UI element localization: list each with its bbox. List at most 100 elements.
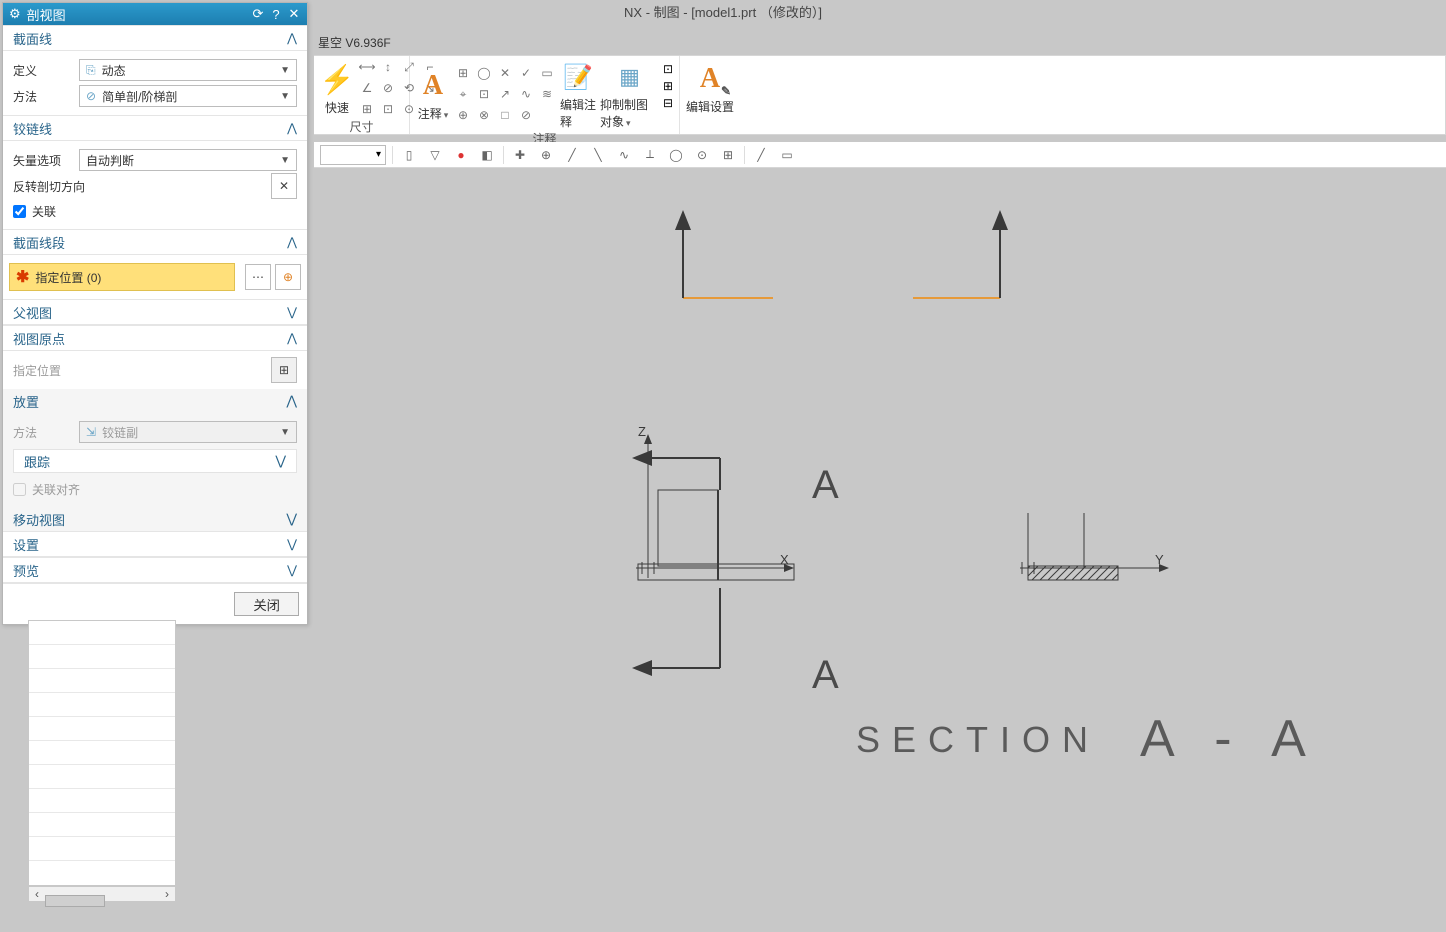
placement-header[interactable]: 放置⋀ — [3, 389, 307, 413]
section-label-a: A — [812, 653, 839, 697]
snap-icon[interactable]: ⟂ — [640, 145, 660, 165]
reverse-direction-button[interactable]: ✕ — [271, 173, 297, 199]
definition-select[interactable]: ⎘ 动态▼ — [79, 59, 297, 81]
assoc-align-checkbox: 关联对齐 — [13, 477, 297, 501]
snap-icon[interactable]: ╱ — [562, 145, 582, 165]
required-icon: ✱ — [16, 267, 29, 287]
dim-icon[interactable]: ⊘ — [379, 79, 397, 97]
assoc-align-input — [13, 483, 26, 496]
part-navigator-fragment[interactable] — [28, 620, 176, 886]
section-segments-header[interactable]: 截面线段⋀ — [3, 229, 307, 255]
annot-small-icon[interactable]: ⊡ — [663, 62, 673, 76]
specify-location-button: ⊞ — [271, 357, 297, 383]
hinge-line-header[interactable]: 铰链线⋀ — [3, 115, 307, 141]
annot-icon[interactable]: ⊡ — [475, 85, 493, 103]
vector-option-select[interactable]: 自动判断▼ — [79, 149, 297, 171]
section-aa-text: A - A — [1140, 710, 1320, 768]
parent-view-header[interactable]: 父视图⋁ — [3, 299, 307, 325]
dim-icon[interactable]: ⊞ — [358, 100, 376, 118]
axis-x-label: X — [780, 552, 789, 567]
group-label-dim: 尺寸 — [320, 118, 403, 134]
settings-header[interactable]: 设置⋁ — [3, 531, 307, 557]
point-dialog-button[interactable]: ⋯ — [245, 264, 271, 290]
dialog-titlebar[interactable]: ⚙ 剖视图 ⟳ ? ✕ — [3, 3, 307, 25]
edit-settings-button[interactable]: A✎ 编辑设置 — [686, 60, 734, 115]
reverse-cut-label: 反转剖切方向 — [13, 178, 265, 195]
associative-checkbox[interactable]: 关联 — [13, 199, 297, 223]
dim-icon[interactable]: ⊡ — [379, 100, 397, 118]
snap-icon[interactable]: ╱ — [751, 145, 771, 165]
infer-point-button[interactable]: ⊕ — [275, 264, 301, 290]
annot-icon[interactable]: ✓ — [517, 64, 535, 82]
method-select[interactable]: ⊘ 简单剖/阶梯剖▼ — [79, 85, 297, 107]
annot-icon[interactable]: ⊞ — [454, 64, 472, 82]
snap-icon[interactable]: ⊕ — [536, 145, 556, 165]
selection-filter-combo[interactable]: ▾ — [320, 145, 386, 165]
annot-small-icon[interactable]: ⊟ — [663, 96, 673, 110]
drawing-canvas[interactable]: Z X A A Y SECTION A - A — [180, 168, 1446, 932]
method2-select: ⇲ 铰链副▼ — [79, 421, 297, 443]
annot-icon[interactable]: ≋ — [538, 85, 556, 103]
annot-icon[interactable]: ✕ — [496, 64, 514, 82]
section-line-header[interactable]: 截面线⋀ — [3, 25, 307, 51]
reset-icon[interactable]: ⟳ — [249, 6, 267, 22]
snap-icon[interactable]: ╲ — [588, 145, 608, 165]
section-method-icon: ⊘ — [86, 89, 96, 103]
annot-icon[interactable]: ⌖ — [454, 85, 472, 103]
specify-location-row[interactable]: ✱ 指定位置 (0) — [9, 263, 235, 291]
dim-icon[interactable]: ↕ — [379, 58, 397, 76]
ribbon: ⚡ 快速 ⟷ ↕ ⤢ ⌐ ∠ ⊘ ⟲ ↘ ⊞ ⊡ ⊙ 尺寸 — [314, 55, 1446, 135]
annot-icon[interactable]: ⊕ — [454, 106, 472, 124]
annot-icon[interactable]: ⊘ — [517, 106, 535, 124]
annotation-button[interactable]: A 注释▾ — [416, 67, 450, 122]
annot-small-icon[interactable]: ⊞ — [663, 79, 673, 93]
axis-y-label: Y — [1155, 552, 1164, 567]
annot-icon[interactable]: ▭ — [538, 64, 556, 82]
annot-icon[interactable]: ⊗ — [475, 106, 493, 124]
scroll-left-icon[interactable]: ‹ — [29, 887, 45, 901]
dynamic-icon: ⎘ — [86, 63, 96, 78]
snap-icon[interactable]: ◯ — [666, 145, 686, 165]
horizontal-scrollbar[interactable]: ‹ › — [28, 886, 176, 902]
preview-header[interactable]: 预览⋁ — [3, 557, 307, 583]
scroll-thumb[interactable] — [45, 895, 105, 907]
seltool-icon[interactable]: ◧ — [477, 145, 497, 165]
suppress-objects-button[interactable]: ▦ 抑制制图对象▾ — [600, 58, 659, 130]
definition-label: 定义 — [13, 62, 73, 79]
annot-icon[interactable]: ↗ — [496, 85, 514, 103]
dialog-title: 剖视图 — [27, 5, 66, 24]
specify-location-label: 指定位置 — [13, 362, 265, 379]
view-origin-header[interactable]: 视图原点⋀ — [3, 325, 307, 351]
gear-icon[interactable]: ⚙ — [9, 6, 21, 22]
section-view-dialog: ⚙ 剖视图 ⟳ ? ✕ 截面线⋀ 定义 ⎘ 动态▼ 方法 ⊘ 简单剖/阶梯剖▼ … — [2, 2, 308, 625]
close-button[interactable]: 关闭 — [234, 592, 299, 616]
help-icon[interactable]: ? — [267, 7, 285, 22]
section-label-a: A — [812, 463, 839, 507]
dim-icon[interactable]: ∠ — [358, 79, 376, 97]
annot-icon[interactable]: □ — [496, 106, 514, 124]
seltool-icon[interactable]: ▯ — [399, 145, 419, 165]
snap-icon[interactable]: ✚ — [510, 145, 530, 165]
method-label: 方法 — [13, 88, 73, 105]
vector-option-label: 矢量选项 — [13, 152, 73, 169]
selection-toolbar: ▾ ▯ ▽ ● ◧ ✚ ⊕ ╱ ╲ ∿ ⟂ ◯ ⊙ ⊞ ╱ ▭ — [314, 142, 1446, 168]
ribbon-tab[interactable]: 星空 V6.936F — [318, 34, 391, 54]
move-view-header[interactable]: 移动视图⋁ — [3, 507, 307, 531]
snap-icon[interactable]: ▭ — [777, 145, 797, 165]
snap-icon[interactable]: ⊞ — [718, 145, 738, 165]
seltool-icon[interactable]: ● — [451, 145, 471, 165]
section-text: SECTION — [856, 719, 1100, 760]
seltool-icon[interactable]: ▽ — [425, 145, 445, 165]
tracking-header[interactable]: 跟踪⋁ — [13, 449, 297, 473]
method2-label: 方法 — [13, 424, 73, 441]
annot-icon[interactable]: ◯ — [475, 64, 493, 82]
dim-icon[interactable]: ⟷ — [358, 58, 376, 76]
snap-icon[interactable]: ⊙ — [692, 145, 712, 165]
quick-button[interactable]: ⚡ 快速 — [320, 61, 354, 116]
edit-annotation-button[interactable]: 📝 编辑注释 — [560, 58, 596, 130]
scroll-right-icon[interactable]: › — [159, 887, 175, 901]
associative-input[interactable] — [13, 205, 26, 218]
annot-icon[interactable]: ∿ — [517, 85, 535, 103]
close-icon[interactable]: ✕ — [285, 6, 303, 22]
snap-icon[interactable]: ∿ — [614, 145, 634, 165]
